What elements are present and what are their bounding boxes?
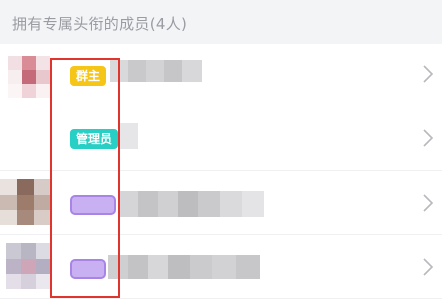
badge-admin: 管理员 [70, 129, 118, 149]
member-avatar [8, 56, 50, 98]
member-row[interactable] [0, 171, 442, 235]
member-name-blurred [110, 60, 202, 82]
row-divider [0, 298, 442, 299]
chevron-right-icon [422, 128, 434, 148]
badge-custom-title [70, 195, 116, 215]
chevron-right-icon [422, 193, 434, 213]
member-name-blurred [118, 191, 264, 217]
section-header: 拥有专属头衔的成员(4人) [0, 0, 442, 44]
section-title: 拥有专属头衔的成员(4人) [12, 15, 188, 33]
member-row[interactable]: 群主 [0, 44, 442, 108]
member-name-blurred [120, 123, 138, 149]
member-avatar [0, 179, 50, 225]
member-row[interactable] [0, 235, 442, 299]
badge-owner: 群主 [70, 66, 106, 86]
chevron-right-icon [422, 257, 434, 277]
member-row[interactable]: 管理员 [0, 107, 442, 171]
badge-custom-title [70, 259, 106, 279]
chevron-right-icon [422, 64, 434, 84]
member-avatar [6, 243, 50, 289]
member-name-blurred [108, 255, 260, 279]
